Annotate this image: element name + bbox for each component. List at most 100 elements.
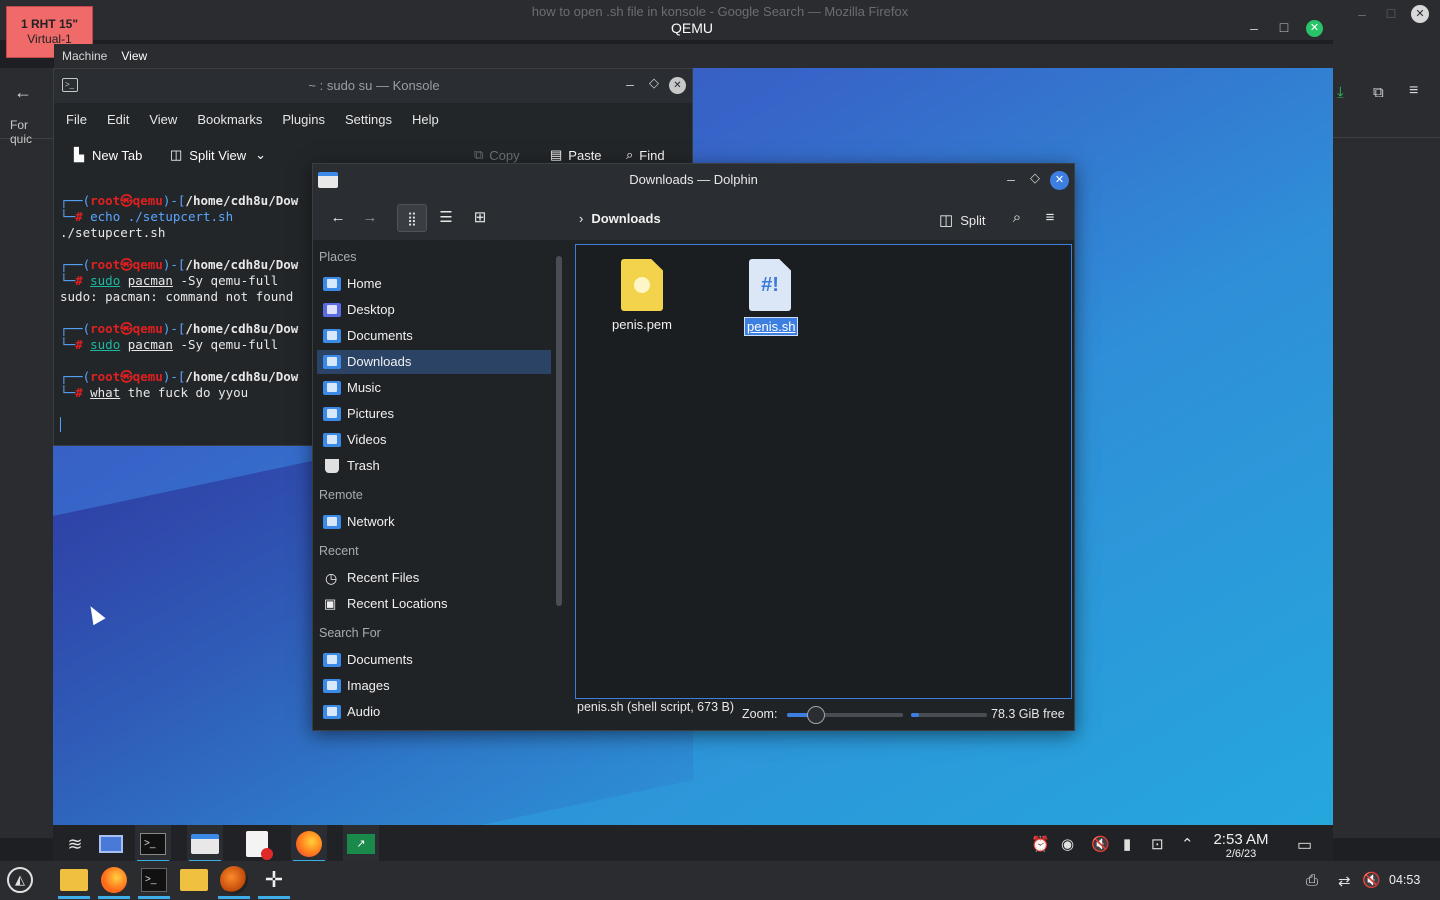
taskbar-konsole[interactable]: >_ [135, 825, 171, 863]
network-transfer-icon[interactable]: ⇄ [1338, 872, 1351, 890]
dolphin-minimize-button[interactable]: – [1001, 171, 1021, 187]
split-view-button[interactable]: ◫ Split View ⌄ [170, 147, 266, 163]
extensions-icon[interactable]: ⧉ [1373, 84, 1384, 101]
back-arrow-icon[interactable]: ← [14, 82, 32, 103]
hamburger-menu-icon[interactable]: ≡ [1409, 82, 1418, 100]
paste-button[interactable]: ▤ Paste [550, 147, 602, 163]
place-label: Recent Locations [347, 596, 448, 611]
breadcrumb[interactable]: › Downloads [579, 211, 661, 226]
host-taskbar-files-2[interactable] [176, 861, 212, 899]
host-taskbar-terminal[interactable]: >_ [136, 861, 172, 899]
zoom-slider[interactable] [787, 706, 903, 724]
qemu-window-title: QEMU [671, 20, 713, 36]
konsole-title: ~ : sudo su — Konsole [308, 78, 440, 93]
search-audio[interactable]: Audio [317, 700, 551, 724]
menu-view[interactable]: View [121, 49, 147, 63]
konsole-minimize-button[interactable]: – [620, 76, 640, 92]
firefox-maximize-button[interactable]: □ [1381, 5, 1401, 21]
search-images[interactable]: Images [317, 674, 551, 698]
compact-view-button[interactable]: ☰ [431, 204, 461, 232]
forward-button[interactable]: → [355, 204, 385, 232]
copy-button[interactable]: ⧉ Copy [474, 147, 520, 163]
dolphin-close-button[interactable]: ✕ [1050, 171, 1069, 190]
file-view[interactable]: penis.pem #! penis.sh [575, 244, 1072, 699]
place-trash[interactable]: Trash [317, 454, 551, 478]
prompt-host: qemu [132, 193, 163, 208]
host-clock[interactable]: 04:53 [1389, 873, 1420, 887]
menu-view[interactable]: View [149, 112, 177, 127]
taskbar-document[interactable] [239, 825, 275, 863]
menu-file[interactable]: File [66, 112, 87, 127]
qemu-maximize-button[interactable]: □ [1274, 19, 1294, 35]
place-videos[interactable]: Videos [317, 428, 551, 452]
start-menu-button[interactable]: ◭ [2, 861, 38, 899]
place-music[interactable]: Music [317, 376, 551, 400]
home-icon [323, 277, 341, 291]
qemu-close-button[interactable]: ✕ [1306, 20, 1323, 37]
free-space-label: 78.3 GiB free [991, 707, 1065, 721]
place-recent-locations[interactable]: ▣ Recent Locations [317, 592, 551, 616]
output-line: sudo: pacman: command not found [60, 289, 294, 304]
volume-muted-icon[interactable]: 🔇 [1091, 835, 1110, 853]
host-taskbar-qemu[interactable] [216, 861, 252, 899]
menu-plugins[interactable]: Plugins [282, 112, 325, 127]
place-documents[interactable]: Documents [317, 324, 551, 348]
paste-icon: ▤ [550, 147, 563, 162]
firefox-close-button[interactable]: ✕ [1411, 5, 1429, 23]
details-view-button[interactable]: ⊞ [465, 204, 495, 232]
printer-icon[interactable]: ⎙ [1306, 872, 1318, 889]
menu-settings[interactable]: Settings [345, 112, 392, 127]
search-button[interactable]: ⌕ [1002, 204, 1032, 232]
new-tab-button[interactable]: ▙ New Tab [74, 147, 142, 163]
menu-bookmarks[interactable]: Bookmarks [197, 112, 262, 127]
konsole-close-button[interactable]: ✕ [669, 77, 686, 94]
taskbar-dolphin[interactable] [187, 825, 223, 863]
konsole-maximize-button[interactable]: ◇ [644, 75, 664, 91]
places-scrollbar[interactable] [556, 256, 562, 606]
firefox-minimize-button[interactable]: – [1352, 6, 1372, 22]
place-desktop[interactable]: Desktop [317, 298, 551, 322]
taskbar-virt-viewer[interactable]: ↗ [343, 825, 379, 863]
show-desktop-button[interactable] [93, 825, 129, 863]
place-network[interactable]: Network [317, 510, 551, 534]
menu-machine[interactable]: Machine [62, 49, 107, 63]
battery-icon[interactable]: ▮ [1123, 835, 1131, 853]
command-args: -Sy qemu-full [180, 273, 279, 288]
place-pictures[interactable]: Pictures [317, 402, 551, 426]
list-icon: ☰ [439, 209, 453, 226]
file-name: penis.pem [612, 317, 672, 332]
notifications-icon[interactable]: ▭ [1297, 835, 1312, 855]
dolphin-toolbar: ← → ⣿ ☰ ⊞ › Downloads ◫ Split ⌕ ≡ [313, 196, 1074, 240]
find-button[interactable]: ⌕ Find [626, 147, 665, 163]
zoom-slider-handle[interactable] [807, 706, 825, 724]
chevron-up-icon[interactable]: ⌃ [1181, 835, 1194, 853]
volume-muted-icon[interactable]: 🔇 [1362, 871, 1381, 889]
network-icon[interactable]: ⊡ [1151, 835, 1164, 853]
host-taskbar-firefox[interactable] [96, 861, 132, 899]
alarm-icon[interactable]: ⏰ [1031, 835, 1050, 853]
menu-button[interactable]: ≡ [1035, 204, 1065, 232]
place-recent-files[interactable]: ◷ Recent Files [317, 566, 551, 590]
breadcrumb-item[interactable]: Downloads [591, 211, 660, 226]
host-taskbar-move[interactable]: ✛ [256, 861, 292, 899]
place-home[interactable]: Home [317, 272, 551, 296]
taskbar-firefox[interactable] [291, 825, 327, 863]
qemu-minimize-button[interactable]: – [1244, 20, 1264, 36]
badge-line-1: 1 RHT 15" [20, 17, 79, 31]
search-documents[interactable]: Documents [317, 648, 551, 672]
guest-clock[interactable]: 2:53 AM 2/6/23 [1201, 832, 1281, 861]
paste-label: Paste [568, 147, 602, 163]
split-button[interactable]: ◫ Split [939, 211, 985, 229]
record-icon[interactable]: ◉ [1061, 835, 1074, 853]
download-icon[interactable]: ⤓ [1337, 84, 1344, 101]
menu-edit[interactable]: Edit [107, 112, 129, 127]
host-taskbar: ◭ >_ ✛ ⎙ ⇄ 🔇 04:53 [0, 861, 1440, 900]
menu-help[interactable]: Help [412, 112, 439, 127]
kali-menu-button[interactable]: ≋ [57, 825, 93, 863]
place-downloads[interactable]: Downloads [317, 350, 551, 374]
dolphin-maximize-button[interactable]: ◇ [1025, 170, 1045, 186]
back-button[interactable]: ← [323, 204, 353, 232]
icons-view-button[interactable]: ⣿ [397, 204, 427, 232]
host-taskbar-files[interactable] [56, 861, 92, 899]
command-args: the fuck do yyou [127, 385, 249, 400]
